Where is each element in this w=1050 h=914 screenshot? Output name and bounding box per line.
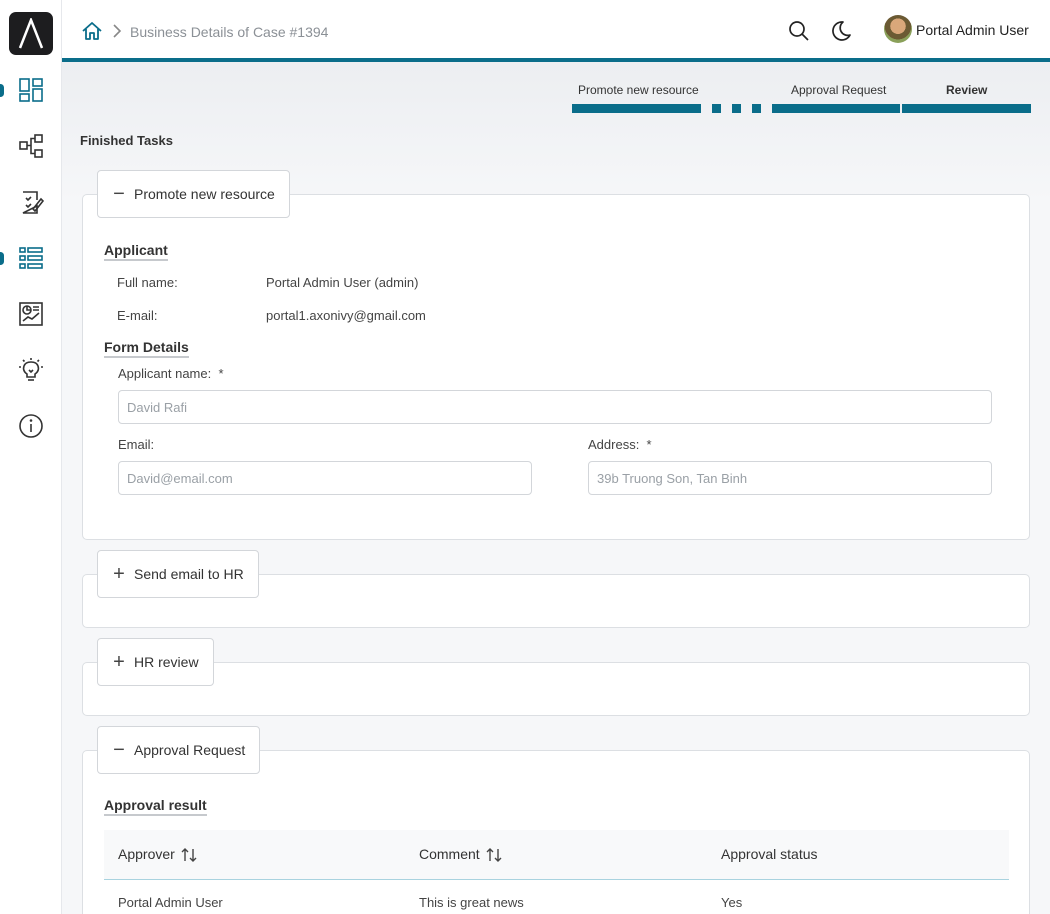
tasks-icon [22, 191, 44, 214]
applicant-name-label: Applicant name: * [118, 366, 224, 381]
toggle-hr-review[interactable]: + HR review [97, 638, 214, 686]
email-field[interactable] [118, 461, 532, 495]
column-header-comment[interactable]: Comment [419, 846, 480, 862]
sidebar-item-tasks[interactable] [0, 182, 62, 222]
axon-ivy-logo[interactable] [9, 12, 53, 55]
finished-tasks-title: Finished Tasks [80, 133, 173, 148]
full-name-value: Portal Admin User (admin) [266, 275, 419, 290]
address-field[interactable] [588, 461, 992, 495]
avatar[interactable] [884, 15, 912, 43]
home-icon[interactable] [81, 20, 103, 42]
toggle-label: Promote new resource [134, 186, 275, 202]
toggle-approval-request[interactable]: − Approval Request [97, 726, 261, 774]
email-label: E-mail: [117, 308, 158, 323]
sidebar-item-ideas[interactable] [0, 350, 62, 390]
email-value: portal1.axonivy@gmail.com [266, 308, 426, 323]
toggle-label: Approval Request [134, 742, 246, 758]
table-header: Approver Comment Approval status [104, 830, 1009, 880]
chevron-right-icon [113, 24, 122, 38]
toggle-label: HR review [134, 654, 199, 670]
sidebar-item-processes[interactable] [0, 126, 62, 166]
process-icon [19, 134, 43, 158]
cell-approver: Portal Admin User [118, 895, 223, 910]
step-dot [712, 104, 721, 113]
plus-icon: + [113, 651, 125, 673]
step-bar [572, 104, 701, 113]
toggle-promote-new-resource[interactable]: − Promote new resource [97, 170, 290, 218]
cases-icon [19, 247, 43, 269]
sidebar-item-cases[interactable] [0, 238, 62, 278]
statistics-icon [19, 302, 43, 326]
step-bar [772, 104, 900, 113]
sidebar-item-dashboard[interactable] [0, 70, 62, 110]
full-name-label: Full name: [117, 275, 178, 290]
active-indicator [0, 84, 4, 97]
step-label: Promote new resource [578, 83, 699, 97]
panel-hr-review [82, 662, 1030, 716]
toggle-send-email-to-hr[interactable]: + Send email to HR [97, 550, 259, 598]
sidebar [0, 0, 62, 914]
minus-icon: − [113, 183, 125, 205]
search-icon[interactable] [788, 20, 810, 42]
panel-promote-new-resource: Applicant Full name: Portal Admin User (… [82, 194, 1030, 540]
sidebar-item-info[interactable] [0, 406, 62, 446]
step-bar [902, 104, 1031, 113]
sort-icon[interactable] [486, 847, 502, 863]
applicant-name-field[interactable] [118, 390, 992, 424]
user-name[interactable]: Portal Admin User [916, 22, 1029, 38]
active-indicator [0, 252, 4, 265]
step-label-current: Review [946, 83, 988, 97]
section-title-form-details: Form Details [104, 339, 189, 358]
main-content: Promote new resource Approval Request Re… [62, 62, 1050, 914]
sidebar-item-statistics[interactable] [0, 294, 62, 334]
plus-icon: + [113, 563, 125, 585]
section-title-applicant: Applicant [104, 242, 168, 261]
step-label: Approval Request [791, 83, 887, 97]
form-email-label: Email: [118, 437, 155, 452]
column-header-approver[interactable]: Approver [118, 846, 175, 862]
step-dot [732, 104, 741, 113]
toggle-label: Send email to HR [134, 566, 244, 582]
lightbulb-icon [19, 358, 43, 381]
breadcrumb: Business Details of Case #1394 [130, 24, 329, 40]
column-header-approval-status: Approval status [721, 846, 818, 862]
minus-icon: − [113, 739, 125, 761]
top-bar: Business Details of Case #1394 Portal Ad… [62, 0, 1050, 62]
dark-mode-moon-icon[interactable] [830, 20, 852, 42]
dashboard-icon [19, 78, 43, 102]
section-title-approval-result: Approval result [104, 797, 207, 816]
cell-comment: This is great news [419, 895, 524, 910]
cell-approval-status: Yes [721, 895, 743, 910]
step-dot [752, 104, 761, 113]
sort-icon[interactable] [181, 847, 197, 863]
info-icon [19, 414, 43, 438]
address-label: Address: * [588, 437, 652, 452]
